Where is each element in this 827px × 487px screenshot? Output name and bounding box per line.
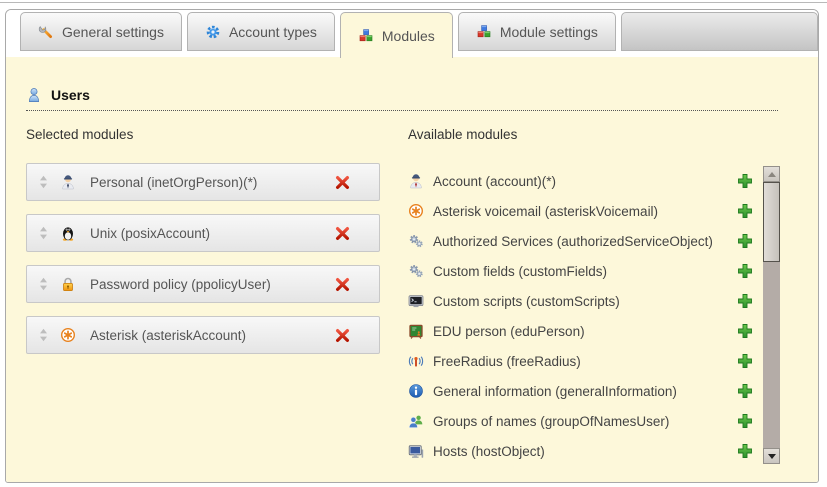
drag-handle-icon[interactable]	[39, 175, 48, 189]
asterisk-icon	[60, 327, 76, 343]
tab-module-settings[interactable]: Module settings	[458, 12, 616, 51]
chalkboard-icon	[408, 323, 424, 339]
delete-icon[interactable]	[334, 174, 351, 191]
scroll-down-button[interactable]	[763, 448, 780, 464]
available-module-row: Account (account)(*)	[408, 166, 753, 196]
down-arrow-icon	[768, 454, 776, 459]
module-label: Asterisk (asteriskAccount)	[90, 328, 246, 343]
tab-general-settings[interactable]: General settings	[20, 12, 182, 51]
add-icon[interactable]	[737, 233, 753, 249]
scroll-up-button[interactable]	[763, 166, 780, 182]
asterisk-icon	[408, 203, 424, 219]
add-icon[interactable]	[737, 173, 753, 189]
add-icon[interactable]	[737, 383, 753, 399]
tab-account-types[interactable]: Account types	[187, 12, 335, 51]
selected-modules-column: Selected modules	[26, 127, 380, 466]
gears-icon	[408, 263, 424, 279]
available-module-row: EDU person (eduPerson)	[408, 316, 753, 346]
section-title: Users	[51, 87, 90, 103]
top-divider	[0, 2, 827, 3]
user-icon	[26, 87, 42, 103]
terminal-icon	[408, 293, 424, 309]
module-label: Authorized Services (authorizedServiceOb…	[433, 234, 713, 249]
module-label: EDU person (eduPerson)	[433, 324, 585, 339]
available-module-row: Groups of names (groupOfNamesUser)	[408, 406, 753, 436]
module-label: Account (account)(*)	[433, 174, 556, 189]
up-arrow-icon	[768, 172, 776, 177]
drag-handle-icon[interactable]	[39, 328, 48, 342]
scrollbar-thumb[interactable]	[763, 182, 780, 262]
modules-panel: Users Selected modules	[6, 57, 818, 482]
add-icon[interactable]	[737, 203, 753, 219]
selected-module-row[interactable]: Personal (inetOrgPerson)(*)	[26, 163, 380, 201]
selected-module-row[interactable]: Asterisk (asteriskAccount)	[26, 316, 380, 354]
wrench-icon	[38, 24, 54, 40]
users-section-header: Users	[26, 87, 778, 111]
module-label: Unix (posixAccount)	[90, 226, 210, 241]
lock-icon	[60, 276, 76, 292]
cubes-icon	[358, 28, 374, 44]
config-window: General settings Account types	[5, 9, 819, 483]
available-module-row: Custom scripts (customScripts)	[408, 286, 753, 316]
tux-icon	[60, 225, 76, 241]
module-label: General information (generalInformation)	[433, 384, 677, 399]
add-icon[interactable]	[737, 323, 753, 339]
selected-module-row[interactable]: Password policy (ppolicyUser)	[26, 265, 380, 303]
module-label: Hosts (hostObject)	[433, 444, 545, 459]
radio-icon	[408, 353, 424, 369]
add-icon[interactable]	[737, 353, 753, 369]
group-icon	[408, 413, 424, 429]
tab-label: Account types	[229, 24, 317, 40]
available-modules-list: Account (account)(*)	[408, 166, 753, 466]
available-modules-scrollbar[interactable]	[763, 166, 780, 464]
module-label: Groups of names (groupOfNamesUser)	[433, 414, 669, 429]
selected-modules-heading: Selected modules	[26, 127, 380, 142]
delete-icon[interactable]	[334, 327, 351, 344]
module-label: Personal (inetOrgPerson)(*)	[90, 175, 257, 190]
tab-label: Module settings	[500, 24, 598, 40]
person-icon	[60, 174, 76, 190]
cubes-icon	[476, 24, 492, 40]
module-columns: Selected modules	[26, 127, 780, 466]
available-module-row: Asterisk voicemail (asteriskVoicemail)	[408, 196, 753, 226]
delete-icon[interactable]	[334, 276, 351, 293]
module-label: Custom scripts (customScripts)	[433, 294, 620, 309]
tab-bar: General settings Account types	[6, 10, 818, 57]
add-icon[interactable]	[737, 443, 753, 459]
available-module-row: FreeRadius (freeRadius)	[408, 346, 753, 376]
module-label: FreeRadius (freeRadius)	[433, 354, 581, 369]
scrollbar-track[interactable]	[763, 262, 780, 448]
module-label: Custom fields (customFields)	[433, 264, 607, 279]
selected-module-row[interactable]: Unix (posixAccount)	[26, 214, 380, 252]
add-icon[interactable]	[737, 293, 753, 309]
add-icon[interactable]	[737, 263, 753, 279]
gears-icon	[408, 233, 424, 249]
person-icon	[408, 173, 424, 189]
available-module-row: Authorized Services (authorizedServiceOb…	[408, 226, 753, 256]
tab-label: General settings	[62, 24, 164, 40]
module-label: Asterisk voicemail (asteriskVoicemail)	[433, 204, 658, 219]
module-label: Password policy (ppolicyUser)	[90, 277, 271, 292]
computer-icon	[408, 443, 424, 459]
available-module-row: General information (generalInformation)	[408, 376, 753, 406]
info-icon	[408, 383, 424, 399]
available-module-row: Custom fields (customFields)	[408, 256, 753, 286]
add-icon[interactable]	[737, 413, 753, 429]
available-modules-heading: Available modules	[408, 127, 780, 142]
delete-icon[interactable]	[334, 225, 351, 242]
available-module-row: Hosts (hostObject)	[408, 436, 753, 466]
tab-label: Modules	[382, 28, 435, 44]
drag-handle-icon[interactable]	[39, 226, 48, 240]
tab-bar-filler	[621, 12, 818, 51]
drag-handle-icon[interactable]	[39, 277, 48, 291]
gear-icon	[205, 24, 221, 40]
available-modules-column: Available modules	[408, 127, 780, 466]
tab-modules[interactable]: Modules	[340, 12, 453, 58]
